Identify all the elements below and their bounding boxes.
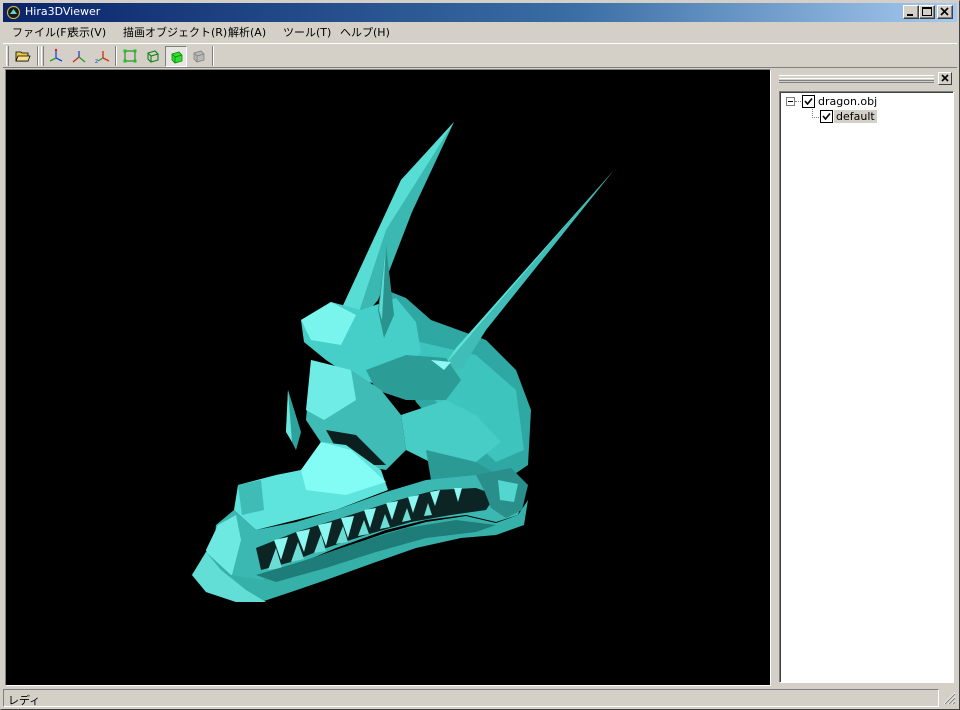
window-title: Hira3DViewer: [25, 5, 101, 18]
view-axis-y-button[interactable]: [68, 46, 90, 67]
svg-text:z: z: [95, 58, 98, 64]
3d-viewport[interactable]: [5, 69, 771, 686]
view-axis-z-button[interactable]: z: [91, 46, 113, 67]
open-file-button[interactable]: [12, 46, 34, 67]
status-text: レディ: [8, 694, 41, 707]
checkmark-icon: [804, 97, 813, 106]
solid-mode-icon: [171, 51, 183, 64]
view-axis-x-button[interactable]: [45, 46, 67, 67]
maximize-button[interactable]: [919, 5, 935, 19]
status-pane: レディ: [3, 689, 939, 707]
panel-grip[interactable]: [779, 75, 934, 83]
wireframe-mode-icon: [147, 50, 159, 63]
toolbar-grip[interactable]: [41, 46, 44, 66]
tree-item-dragon-obj[interactable]: dragon.obj: [816, 95, 879, 108]
menu-bar: ファイル(F) 表示(V) 描画オブジェクト(R) 解析(A) ツール(T) ヘ…: [3, 22, 957, 41]
close-icon: [941, 74, 949, 82]
object-tree-panel: dragon.obj default: [776, 69, 957, 686]
open-folder-icon: [15, 51, 31, 62]
vertex-mode-icon: [123, 49, 137, 63]
application-window: Hira3DViewer ファイル(F) 表示(V) 描画オブジェクト(R) 解…: [0, 0, 960, 710]
tree-line: [795, 101, 801, 102]
app-icon[interactable]: [6, 5, 21, 20]
menu-tools[interactable]: ツール(T): [280, 24, 334, 39]
axis-z-icon: z: [95, 51, 110, 64]
texture-mode-icon: [193, 50, 205, 63]
checkmark-icon: [822, 112, 831, 121]
root-checkbox[interactable]: [802, 95, 815, 108]
toolbar-separator: [212, 46, 214, 66]
panel-close-button[interactable]: [938, 72, 952, 85]
wireframe-mode-button[interactable]: [142, 46, 164, 67]
toolbar-separator: [115, 46, 117, 66]
object-tree[interactable]: dragon.obj default: [779, 91, 954, 683]
toolbar-separator: [37, 46, 39, 66]
axis-x-icon: [49, 48, 63, 62]
menu-view[interactable]: 表示(V): [65, 24, 109, 39]
menu-analysis[interactable]: 解析(A): [225, 24, 269, 39]
child-checkbox[interactable]: [820, 110, 833, 123]
vertex-mode-button[interactable]: [119, 46, 141, 67]
dragon-head-model: [192, 122, 614, 602]
tree-expander-minus[interactable]: [786, 97, 795, 106]
texture-mode-button[interactable]: [188, 46, 210, 67]
close-button[interactable]: [937, 5, 953, 19]
tree-item-default[interactable]: default: [834, 110, 877, 123]
tree-line: [812, 117, 819, 118]
menu-render-object[interactable]: 描画オブジェクト(R): [120, 24, 230, 39]
resize-grip-icon[interactable]: [941, 690, 956, 706]
toolbar: z: [3, 43, 957, 68]
axis-y-icon: [72, 51, 86, 63]
minimize-button[interactable]: [903, 5, 919, 19]
menu-help[interactable]: ヘルプ(H): [337, 24, 393, 39]
toolbar-grip[interactable]: [6, 46, 9, 66]
title-bar[interactable]: Hira3DViewer: [3, 3, 957, 22]
status-bar: レディ: [3, 688, 957, 708]
solid-mode-button[interactable]: [165, 46, 187, 67]
